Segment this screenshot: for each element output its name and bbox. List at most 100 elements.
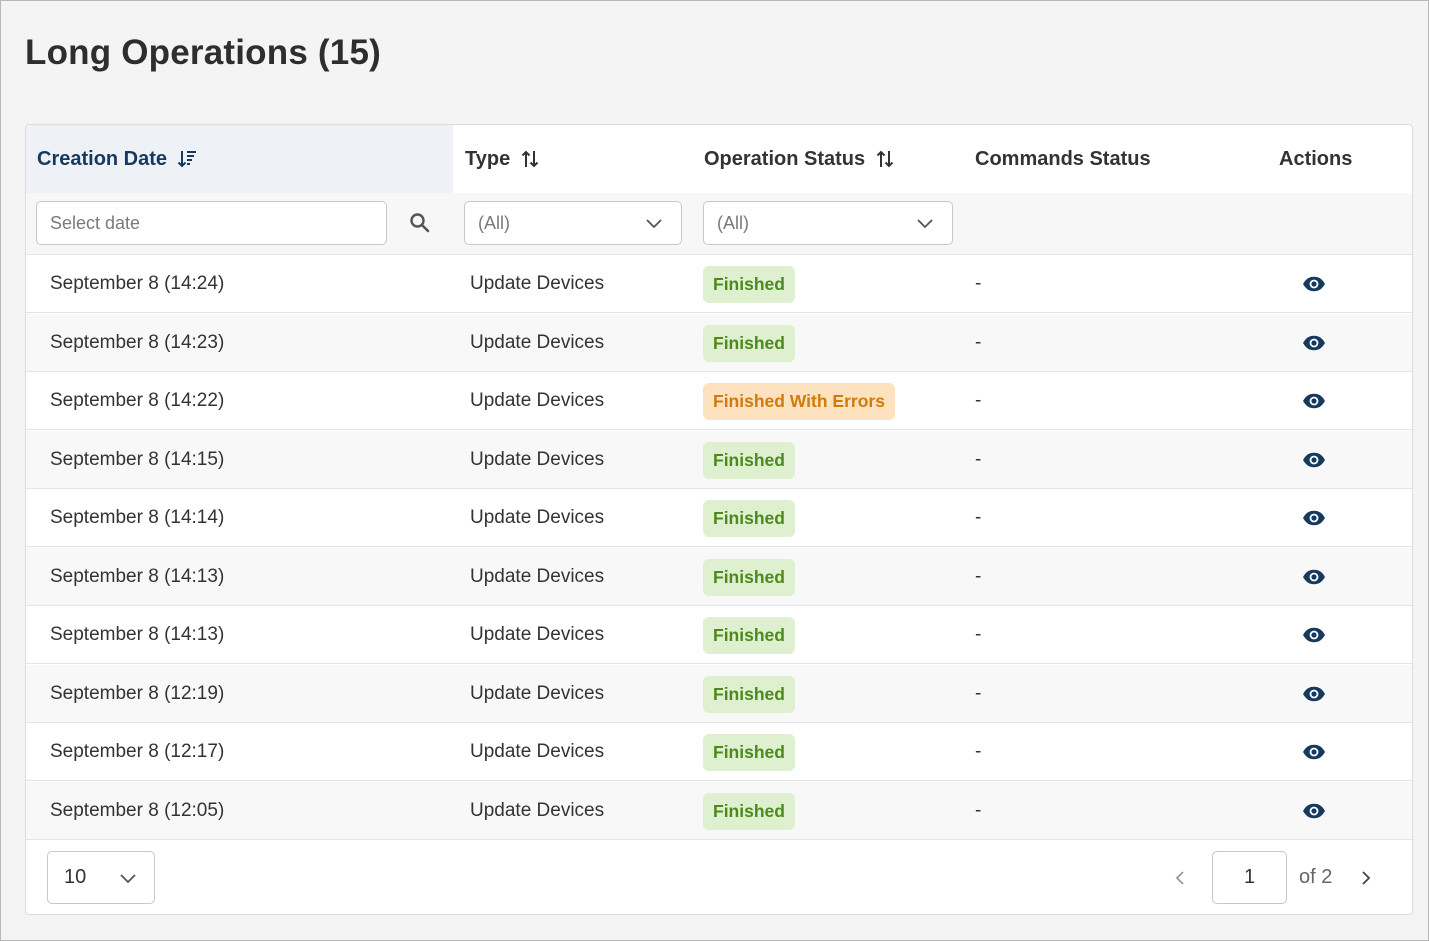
status-badge: Finished <box>703 792 795 830</box>
cell-type: Update Devices <box>470 566 605 587</box>
type-filter-select[interactable]: (All) <box>464 201 682 245</box>
status-badge: Finished <box>703 558 795 596</box>
cell-actions <box>1302 665 1326 723</box>
cell-actions <box>1302 314 1326 372</box>
cell-operation-status: Finished <box>703 314 795 372</box>
cell-actions <box>1302 431 1326 489</box>
sort-icon[interactable] <box>875 148 895 170</box>
cell-type: Update Devices <box>470 507 605 528</box>
cell-creation-date: September 8 (14:14) <box>50 507 225 528</box>
cell-creation-date: September 8 (14:15) <box>50 449 225 470</box>
long-operations-table: Creation Date Type Operation Status Comm… <box>25 124 1413 915</box>
table-row: September 8 (12:05) Update Devices Finishe… <box>26 782 1412 840</box>
cell-commands-status: - <box>975 683 982 704</box>
eye-icon[interactable] <box>1302 627 1326 643</box>
eye-icon[interactable] <box>1302 803 1326 819</box>
cell-commands-status: - <box>975 273 982 294</box>
chevron-right-icon[interactable] <box>1359 869 1373 887</box>
cell-type: Update Devices <box>470 390 605 411</box>
table-header: Creation Date Type Operation Status Comm… <box>26 125 1412 194</box>
table-row: September 8 (14:22) Update Devices Finishe… <box>26 372 1412 430</box>
sort-icon[interactable] <box>520 148 540 170</box>
cell-operation-status: Finished <box>703 489 795 547</box>
eye-icon[interactable] <box>1302 393 1326 409</box>
table-row: September 8 (12:19) Update Devices Finishe… <box>26 665 1412 723</box>
cell-commands-status: - <box>975 449 982 470</box>
column-label: Commands Status <box>975 147 1151 170</box>
page-number-input[interactable]: 1 <box>1212 851 1287 904</box>
cell-creation-date: September 8 (14:23) <box>50 332 225 353</box>
cell-actions <box>1302 723 1326 781</box>
cell-operation-status: Finished <box>703 723 795 781</box>
table-row: September 8 (12:17) Update Devices Finishe… <box>26 723 1412 781</box>
page-size-select[interactable]: 10 <box>47 851 155 904</box>
chevron-down-icon <box>120 874 136 884</box>
table-row: September 8 (14:13) Update Devices Finishe… <box>26 548 1412 606</box>
cell-commands-status: - <box>975 800 982 821</box>
column-header-creation-date[interactable]: Creation Date <box>26 125 453 193</box>
column-label: Type <box>465 147 511 170</box>
status-badge: Finished <box>703 499 795 537</box>
eye-icon[interactable] <box>1302 510 1326 526</box>
cell-operation-status: Finished <box>703 782 795 840</box>
column-header-actions: Actions <box>1279 125 1352 193</box>
eye-icon[interactable] <box>1302 569 1326 585</box>
eye-icon[interactable] <box>1302 452 1326 468</box>
cell-creation-date: September 8 (14:22) <box>50 390 225 411</box>
column-label: Operation Status <box>704 147 866 170</box>
cell-type: Update Devices <box>470 273 605 294</box>
cell-operation-status: Finished <box>703 255 795 313</box>
column-header-commands-status: Commands Status <box>975 125 1151 193</box>
cell-commands-status: - <box>975 507 982 528</box>
cell-actions <box>1302 606 1326 664</box>
cell-creation-date: September 8 (12:17) <box>50 741 225 762</box>
eye-icon[interactable] <box>1302 686 1326 702</box>
eye-icon[interactable] <box>1302 276 1326 292</box>
cell-actions <box>1302 255 1326 313</box>
status-badge: Finished With Errors <box>703 382 895 420</box>
cell-commands-status: - <box>975 566 982 587</box>
cell-actions <box>1302 548 1326 606</box>
status-badge: Finished <box>703 675 795 713</box>
total-pages-label: of 2 <box>1299 866 1333 888</box>
cell-creation-date: September 8 (12:19) <box>50 683 225 704</box>
cell-type: Update Devices <box>470 624 605 645</box>
cell-actions <box>1302 372 1326 430</box>
sort-descending-icon[interactable] <box>177 148 197 170</box>
column-header-type[interactable]: Type <box>465 125 540 193</box>
type-filter-value: (All) <box>478 212 510 233</box>
cell-operation-status: Finished With Errors <box>703 372 895 430</box>
filter-row: Select date (All) (All) <box>26 193 1412 255</box>
status-badge: Finished <box>703 324 795 362</box>
date-filter-input[interactable]: Select date <box>36 201 387 245</box>
page-title: Long Operations (15) <box>25 33 381 72</box>
page-size-value: 10 <box>64 866 87 888</box>
table-row: September 8 (14:15) Update Devices Finishe… <box>26 431 1412 489</box>
cell-type: Update Devices <box>470 800 605 821</box>
date-filter-placeholder: Select date <box>50 212 141 233</box>
pagination-bar: 10 1 of 2 <box>26 841 1412 914</box>
table-row: September 8 (14:13) Update Devices Finishe… <box>26 606 1412 664</box>
status-badge: Finished <box>703 441 795 479</box>
cell-actions <box>1302 489 1326 547</box>
status-badge: Finished <box>703 265 795 303</box>
column-header-operation-status[interactable]: Operation Status <box>704 125 895 193</box>
search-icon[interactable] <box>408 211 432 235</box>
table-row: September 8 (14:14) Update Devices Finishe… <box>26 489 1412 547</box>
cell-type: Update Devices <box>470 683 605 704</box>
cell-commands-status: - <box>975 741 982 762</box>
eye-icon[interactable] <box>1302 335 1326 351</box>
status-filter-select[interactable]: (All) <box>703 201 953 245</box>
cell-creation-date: September 8 (14:13) <box>50 566 225 587</box>
table-row: September 8 (14:24) Update Devices Finishe… <box>26 255 1412 313</box>
status-badge: Finished <box>703 616 795 654</box>
cell-creation-date: September 8 (14:24) <box>50 273 225 294</box>
cell-type: Update Devices <box>470 449 605 470</box>
table-row: September 8 (14:23) Update Devices Finishe… <box>26 314 1412 372</box>
cell-operation-status: Finished <box>703 548 795 606</box>
cell-type: Update Devices <box>470 332 605 353</box>
chevron-left-icon[interactable] <box>1173 869 1187 887</box>
eye-icon[interactable] <box>1302 744 1326 760</box>
cell-operation-status: Finished <box>703 665 795 723</box>
cell-type: Update Devices <box>470 741 605 762</box>
